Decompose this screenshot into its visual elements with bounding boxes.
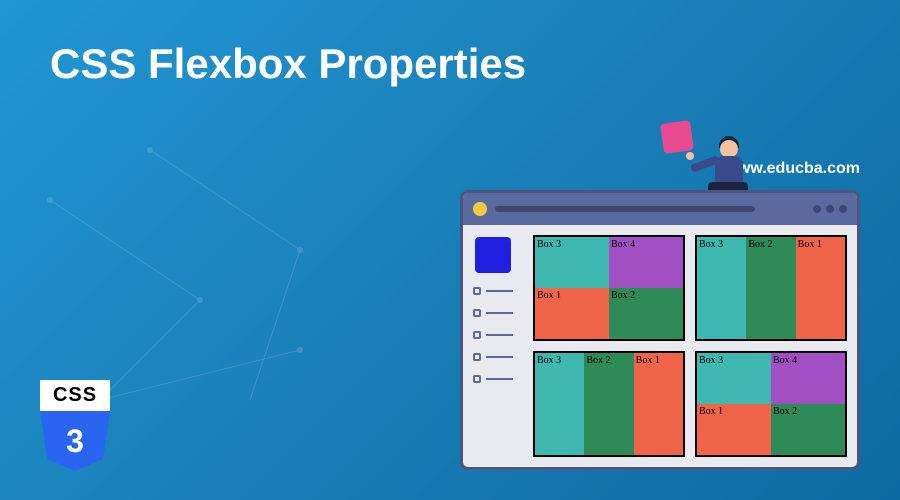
sidebar-item [473, 353, 513, 361]
sidebar-line [486, 312, 513, 314]
flex-box: Box 4 [771, 353, 845, 404]
flex-box: Box 1 [697, 404, 771, 455]
flex-box: Box 3 [697, 353, 771, 404]
sidebar-item [473, 375, 513, 383]
browser-sidebar [463, 225, 523, 467]
flex-demo-panel-1: Box 3 Box 4 Box 1 Box 2 [533, 235, 685, 341]
flex-box: Box 2 [609, 288, 683, 339]
sidebar-item [473, 309, 513, 317]
sidebar-item [473, 287, 513, 295]
css-logo-label: CSS [40, 380, 110, 411]
sidebar-bullet-icon [473, 309, 481, 317]
flex-demo-panel-2: Box 3 Box 2 Box 1 [695, 235, 847, 341]
browser-body: Box 3 Box 4 Box 1 Box 2 Box 3 Box 2 Box … [463, 225, 857, 467]
flex-box: Box 2 [746, 237, 795, 339]
sidebar-item [473, 331, 513, 339]
pink-square-icon [660, 120, 694, 154]
titlebar-yellow-dot-icon [473, 202, 487, 216]
titlebar-address-bar [495, 206, 755, 212]
sidebar-logo-icon [475, 237, 511, 273]
person-hand [686, 152, 694, 160]
sidebar-bullet-icon [473, 375, 481, 383]
sidebar-bullet-icon [473, 353, 481, 361]
flex-box: Box 1 [796, 237, 845, 339]
flex-box: Box 3 [535, 353, 584, 455]
flex-box: Box 3 [697, 237, 746, 339]
sidebar-bullet-icon [473, 331, 481, 339]
flex-box: Box 4 [609, 237, 683, 288]
flex-box: Box 2 [771, 404, 845, 455]
css-logo-shield: 3 [40, 411, 110, 471]
browser-window: Box 3 Box 4 Box 1 Box 2 Box 3 Box 2 Box … [460, 190, 860, 470]
page-title: CSS Flexbox Properties [50, 40, 526, 88]
sidebar-line [486, 334, 513, 336]
browser-titlebar [463, 193, 857, 225]
browser-content: Box 3 Box 4 Box 1 Box 2 Box 3 Box 2 Box … [523, 225, 857, 467]
sidebar-line [486, 290, 513, 292]
flex-box: Box 3 [535, 237, 609, 288]
flex-box: Box 2 [584, 353, 633, 455]
flex-box: Box 1 [535, 288, 609, 339]
sidebar-line [486, 356, 513, 358]
css3-logo: CSS 3 [40, 380, 110, 470]
sidebar-bullet-icon [473, 287, 481, 295]
flex-demo-panel-4: Box 3 Box 4 Box 1 Box 2 [695, 351, 847, 457]
flex-box: Box 1 [634, 353, 683, 455]
sidebar-line [486, 378, 513, 380]
flex-demo-panel-3: Box 3 Box 2 Box 1 [533, 351, 685, 457]
titlebar-menu-dots-icon [813, 205, 847, 213]
